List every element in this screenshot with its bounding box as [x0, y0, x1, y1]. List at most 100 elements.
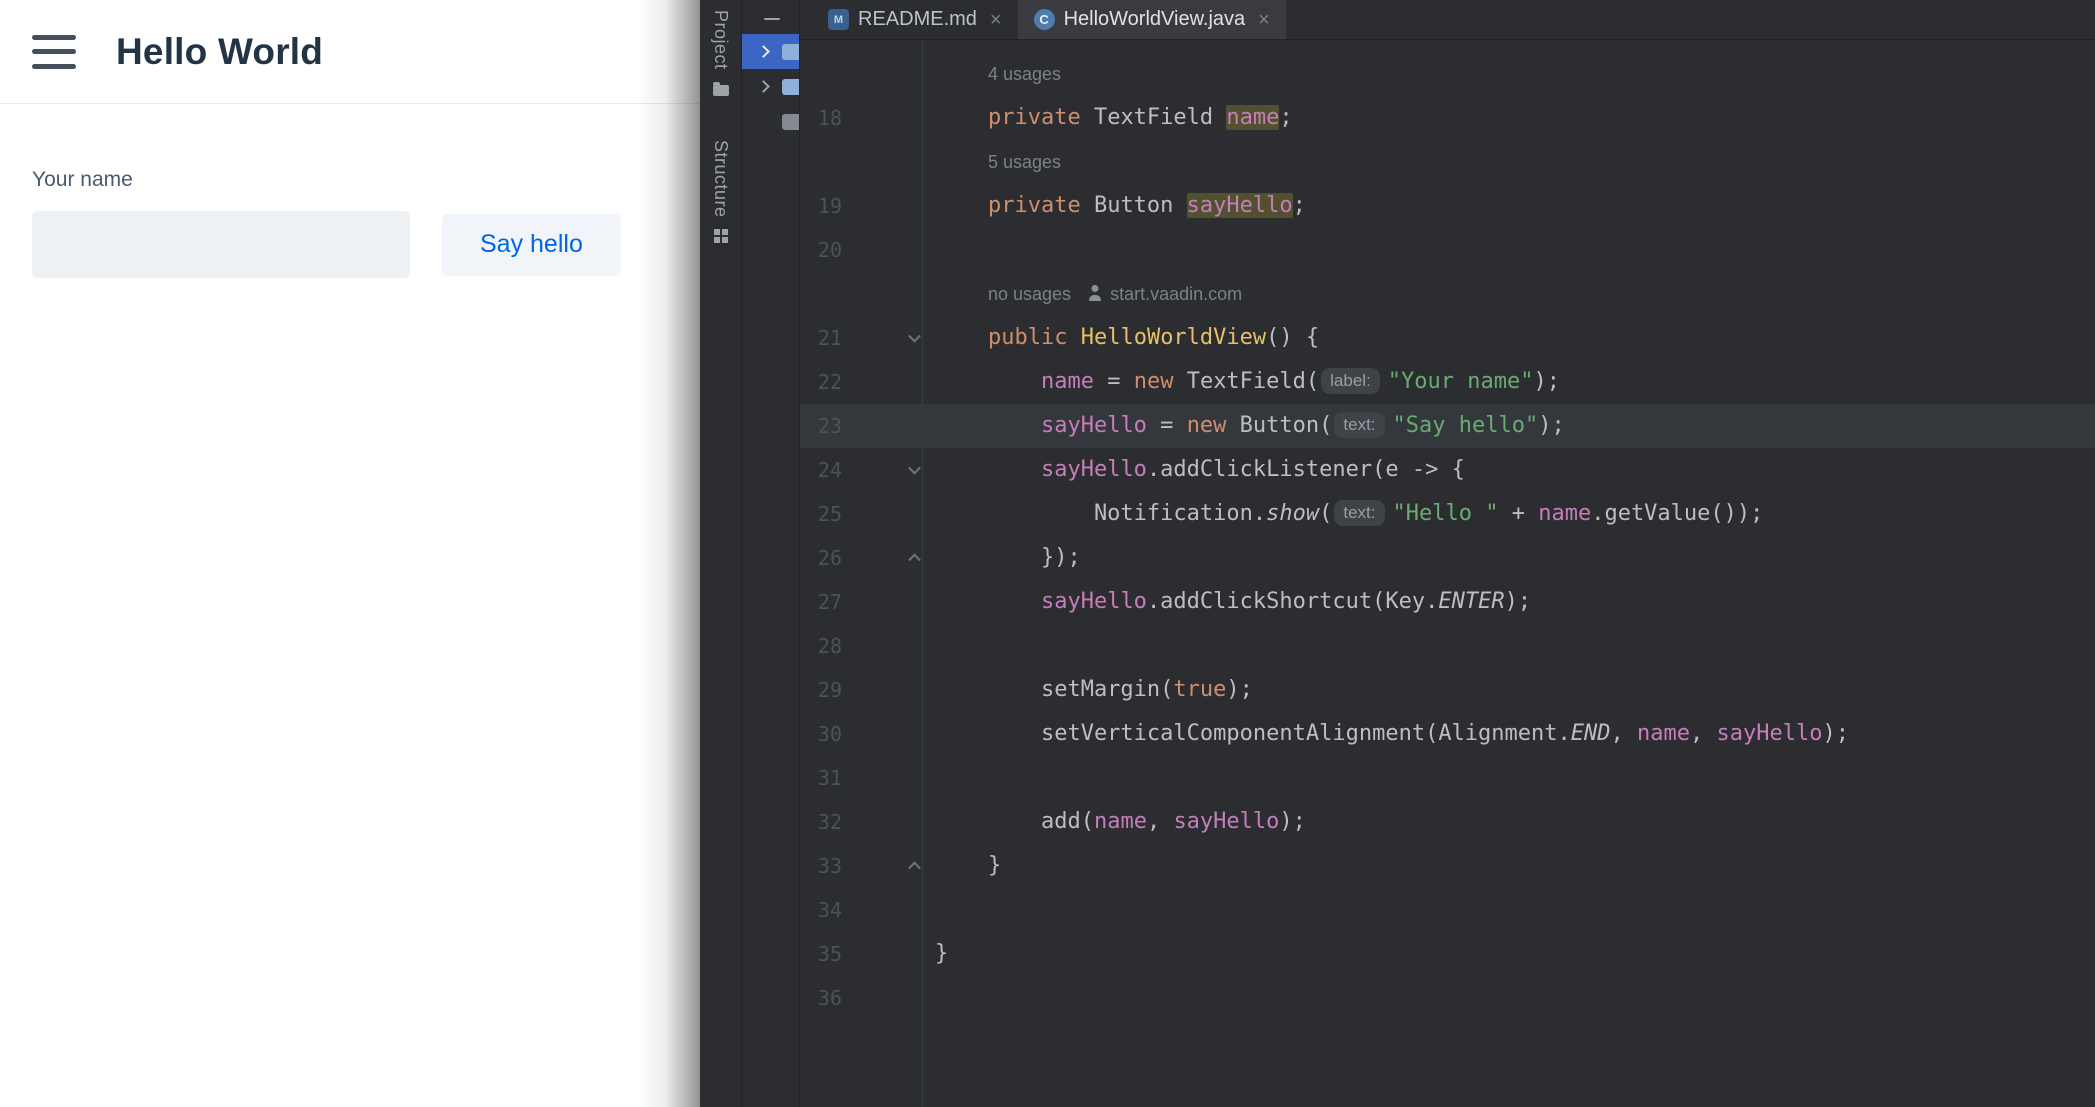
editor-row[interactable]: 35} [800, 932, 2095, 976]
fold-column [842, 140, 922, 184]
editor-row[interactable]: 31 [800, 756, 2095, 800]
code-token: .addClickShortcut(Key. [1147, 589, 1438, 614]
close-tab-icon[interactable]: × [1258, 10, 1270, 30]
editor-row[interactable]: 36 [800, 976, 2095, 1020]
fold-down-icon[interactable] [908, 330, 921, 343]
code-token: sayHello [1187, 193, 1293, 218]
tab-label: HelloWorldView.java [1064, 8, 1246, 31]
fold-up-icon[interactable] [908, 861, 921, 874]
hamburger-bar [32, 49, 76, 54]
editor-lines: 4 usages 18 private TextField name; 5 usa… [800, 52, 2095, 1020]
code-token: Notification. [935, 501, 1266, 526]
editor-row[interactable]: 32 add(name, sayHello); [800, 800, 2095, 844]
hamburger-menu-button[interactable] [32, 35, 76, 69]
fold-down-icon[interactable] [908, 462, 921, 475]
tree-row[interactable] [742, 69, 799, 104]
line-number: 36 [800, 976, 842, 1020]
code-token: 4 usages [988, 64, 1061, 84]
code-token: ; [1293, 193, 1306, 218]
line-number: 26 [800, 536, 842, 580]
chevron-right-icon[interactable] [757, 80, 770, 93]
close-tab-icon[interactable]: × [990, 10, 1002, 30]
code-token: } [935, 853, 1001, 878]
code-token: = [1094, 369, 1134, 394]
code-token: "Hello " [1393, 501, 1499, 526]
editor-row[interactable]: 28 [800, 624, 2095, 668]
code-token: .getValue()); [1591, 501, 1763, 526]
fold-column [842, 228, 922, 272]
code-token: END [1571, 721, 1611, 746]
fold-column [842, 976, 922, 1020]
editor-row[interactable]: no usagesstart.vaadin.com [800, 272, 2095, 316]
editor-row[interactable]: 4 usages [800, 52, 2095, 96]
editor-row[interactable]: 18 private TextField name; [800, 96, 2095, 140]
editor-row[interactable]: 19 private Button sayHello; [800, 184, 2095, 228]
code-token: true [1173, 677, 1226, 702]
code-token: ( [1319, 501, 1332, 526]
editor-row[interactable]: 22 name = new TextField(label:"Your name… [800, 360, 2095, 404]
code-token: name [1226, 105, 1279, 130]
form-row: Say hello [32, 211, 668, 278]
name-input[interactable] [32, 211, 410, 278]
code-token: add( [935, 809, 1094, 834]
editor-row[interactable]: 30 setVerticalComponentAlignment(Alignme… [800, 712, 2095, 756]
tab-helloworldview[interactable]: C HelloWorldView.java × [1018, 0, 1286, 39]
code-token: setVerticalComponentAlignment(Alignment. [935, 721, 1571, 746]
code-text [922, 888, 935, 932]
editor-row[interactable]: 27 sayHello.addClickShortcut(Key.ENTER); [800, 580, 2095, 624]
fold-column[interactable] [842, 536, 922, 580]
say-hello-button[interactable]: Say hello [442, 214, 621, 276]
tool-window-stripe: Project Structure [700, 0, 742, 1107]
editor-row[interactable]: 34 [800, 888, 2095, 932]
stripe-item-structure[interactable]: Structure [710, 140, 731, 244]
line-number [800, 272, 842, 316]
code-token: ); [1226, 677, 1253, 702]
code-editor[interactable]: 4 usages 18 private TextField name; 5 usa… [800, 40, 2095, 1107]
code-token: ; [1279, 105, 1292, 130]
tree-row[interactable] [742, 104, 799, 139]
code-text: add(name, sayHello); [922, 800, 1306, 844]
editor-row[interactable]: 20 [800, 228, 2095, 272]
structure-stripe-label: Structure [710, 140, 731, 218]
fold-up-icon[interactable] [908, 553, 921, 566]
code-token: private [988, 193, 1081, 218]
fold-column[interactable] [842, 448, 922, 492]
code-text: } [922, 844, 1001, 888]
code-text [922, 976, 935, 1020]
code-token: HelloWorldView [1081, 325, 1266, 350]
editor-row[interactable]: 29 setMargin(true); [800, 668, 2095, 712]
editor-row[interactable]: 5 usages [800, 140, 2095, 184]
code-token: sayHello [1717, 721, 1823, 746]
code-text: } [922, 932, 948, 976]
code-token: sayHello [1041, 589, 1147, 614]
stripe-item-project[interactable]: Project [710, 10, 731, 96]
editor-row[interactable]: 33 } [800, 844, 2095, 888]
code-token [1067, 325, 1080, 350]
code-text: name = new TextField(label:"Your name"); [922, 360, 1560, 404]
line-number: 19 [800, 184, 842, 228]
chevron-right-icon[interactable] [757, 45, 770, 58]
code-token: + [1498, 501, 1538, 526]
fold-column[interactable] [842, 316, 922, 360]
editor-row[interactable]: 24 sayHello.addClickListener(e -> { [800, 448, 2095, 492]
code-token: private [988, 105, 1081, 130]
code-token: show [1266, 501, 1319, 526]
code-token [935, 589, 1041, 614]
code-token [935, 413, 1041, 438]
folder-icon [782, 44, 800, 60]
tree-row-selected[interactable] [742, 34, 799, 69]
tab-readme[interactable]: M README.md × [812, 0, 1018, 39]
code-token: .addClickListener(e -> { [1147, 457, 1465, 482]
code-text: sayHello.addClickShortcut(Key.ENTER); [922, 580, 1531, 624]
minimize-panel-icon[interactable] [764, 18, 780, 20]
editor-row[interactable]: 26 }); [800, 536, 2095, 580]
code-token: , [1611, 721, 1638, 746]
line-number: 28 [800, 624, 842, 668]
code-text: sayHello = new Button(text:"Say hello"); [922, 404, 1565, 448]
line-number: 24 [800, 448, 842, 492]
editor-row[interactable]: 21 public HelloWorldView() { [800, 316, 2095, 360]
screen: Hello World Your name Say hello Project … [0, 0, 2095, 1107]
fold-column[interactable] [842, 844, 922, 888]
editor-row[interactable]: 25 Notification.show(text:"Hello " + nam… [800, 492, 2095, 536]
editor-row[interactable]: 23 sayHello = new Button(text:"Say hello… [800, 404, 2095, 448]
